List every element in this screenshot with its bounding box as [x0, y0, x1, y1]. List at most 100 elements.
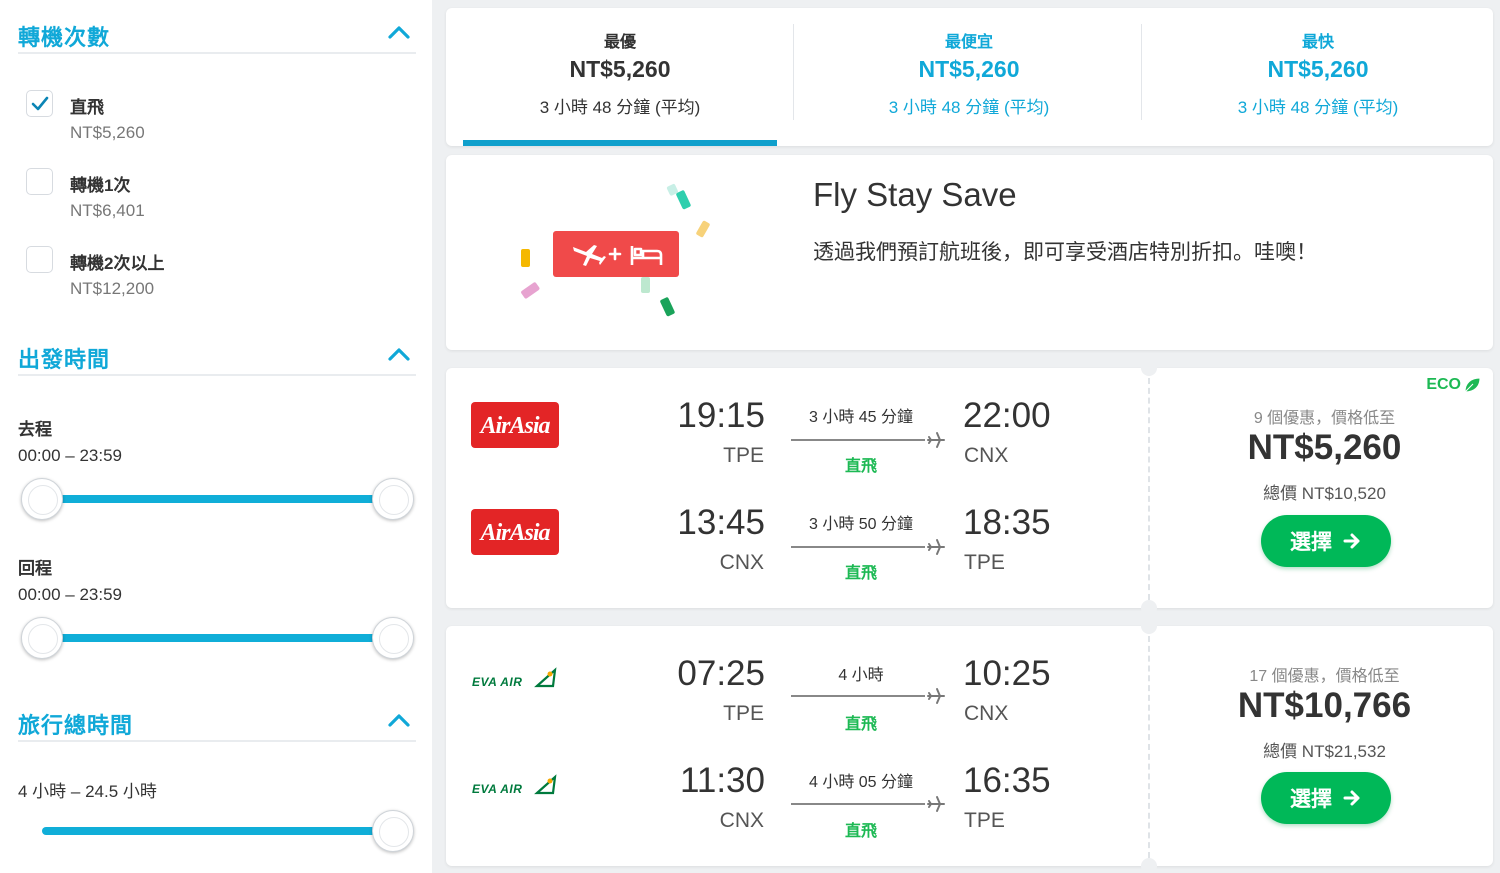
stop-option-price: NT$12,200 — [70, 279, 155, 298]
stop-option-price: NT$6,401 — [70, 201, 145, 220]
stops-filter-title: 轉機次數 — [18, 25, 111, 50]
return-time-slider-track[interactable] — [42, 634, 394, 642]
duration-slider-track[interactable] — [42, 827, 394, 835]
eva-air-logo: EVA AIR — [472, 667, 557, 689]
arrival-time: 16:35 — [963, 761, 1051, 800]
tab-price: NT$5,260 — [918, 56, 1020, 82]
airasia-logo: AirAsia — [471, 402, 559, 448]
svg-text:AirAsia: AirAsia — [478, 413, 550, 439]
tab-label: 最便宜 — [944, 34, 993, 51]
check-icon — [31, 96, 49, 111]
leg-duration: 4 小時 — [838, 667, 884, 684]
outbound-slider-max-handle[interactable] — [372, 478, 414, 520]
tab-fastest[interactable]: 最快 NT$5,260 3 小時 48 分鐘 (平均) — [1144, 8, 1492, 146]
total-price: 總價 NT$21,532 — [1263, 742, 1386, 761]
arrival-airport: TPE — [964, 551, 1005, 574]
tab-best[interactable]: 最優 NT$5,260 3 小時 48 分鐘 (平均) — [446, 8, 794, 146]
svg-text:AirAsia: AirAsia — [478, 520, 550, 546]
fly-stay-save-banner[interactable]: Fly Stay Save 透過我們預訂航班後，即可享受酒店特別折扣。哇噢！ — [446, 155, 1493, 350]
sort-tabs: 最優 NT$5,260 3 小時 48 分鐘 (平均) 最便宜 NT$5,260… — [446, 8, 1493, 146]
filter-sidebar: 轉機次數 直飛 NT$5,260 轉機1次 NT$6,401 轉機2次以上 NT… — [0, 0, 432, 873]
direct-label: 直飛 — [844, 565, 877, 582]
eco-badge: ECO — [1426, 376, 1481, 394]
tab-duration: 3 小時 48 分鐘 (平均) — [539, 98, 701, 117]
direct-checkbox[interactable] — [26, 90, 53, 117]
plane-icon — [927, 539, 945, 555]
promo-title: Fly Stay Save — [813, 176, 1017, 213]
arrival-time: 22:00 — [963, 396, 1051, 435]
tab-divider — [1141, 24, 1142, 120]
leaf-icon — [1464, 377, 1481, 393]
leg-line — [791, 546, 925, 548]
flight-result-card[interactable]: EVA AIR 07:25 TPE 4 小時 直飛 10:25 CNX EVA … — [446, 618, 1493, 873]
duration-filter-header[interactable]: 旅行總時間 — [18, 702, 416, 742]
deals-count: 17 個優惠，價格低至 — [1249, 668, 1400, 685]
tab-cheapest[interactable]: 最便宜 NT$5,260 3 小時 48 分鐘 (平均) — [795, 8, 1143, 146]
stops-filter-header[interactable]: 轉機次數 — [18, 14, 416, 54]
eco-label: ECO — [1426, 376, 1461, 393]
tab-duration: 3 小時 48 分鐘 (平均) — [1237, 98, 1399, 117]
duration-slider-max-handle[interactable] — [372, 810, 414, 852]
arrival-time: 10:25 — [963, 654, 1051, 693]
leg-line — [791, 803, 925, 805]
departure-filter-header[interactable]: 出發時間 — [18, 336, 416, 376]
flight-result-card[interactable]: AirAsia 19:15 TPE 3 小時 45 分鐘 直飛 22:00 CN… — [446, 360, 1493, 616]
stop-option-label: 轉機2次以上 — [70, 254, 165, 273]
leg-duration: 3 小時 45 分鐘 — [808, 409, 914, 426]
deals-count: 9 個優惠，價格低至 — [1253, 410, 1396, 427]
total-price: 總價 NT$10,520 — [1263, 484, 1386, 503]
outbound-slider-min-handle[interactable] — [21, 478, 63, 520]
two-plus-stops-checkbox[interactable] — [26, 246, 53, 273]
arrival-time: 18:35 — [963, 503, 1051, 542]
stop-option-two-plus[interactable]: 轉機2次以上 NT$12,200 — [26, 246, 406, 316]
tab-divider — [793, 24, 794, 120]
return-label: 回程 — [18, 559, 52, 578]
stop-option-direct[interactable]: 直飛 NT$5,260 — [26, 90, 406, 160]
return-slider-max-handle[interactable] — [372, 617, 414, 659]
direct-label: 直飛 — [844, 716, 877, 733]
chevron-up-icon[interactable] — [386, 20, 412, 46]
eva-air-logo: EVA AIR — [472, 774, 557, 796]
outbound-time-range: 00:00 – 23:59 — [18, 446, 122, 465]
departure-airport: CNX — [719, 809, 764, 832]
lowest-price: NT$10,766 — [1237, 686, 1412, 725]
stop-option-one-stop[interactable]: 轉機1次 NT$6,401 — [26, 168, 406, 238]
promo-description: 透過我們預訂航班後，即可享受酒店特別折扣。哇噢！ — [813, 241, 1317, 264]
lowest-price: NT$5,260 — [1247, 428, 1402, 467]
direct-label: 直飛 — [844, 458, 877, 475]
card-divider — [1148, 378, 1150, 600]
select-button[interactable]: 選擇 — [1261, 515, 1391, 567]
active-tab-indicator — [463, 140, 777, 146]
card-notch — [1141, 858, 1157, 873]
departure-time: 13:45 — [677, 503, 765, 542]
direct-label: 直飛 — [844, 823, 877, 840]
select-button[interactable]: 選擇 — [1261, 772, 1391, 824]
departure-time: 11:30 — [680, 761, 765, 800]
plane-icon — [927, 432, 945, 448]
duration-range: 4 小時 – 24.5 小時 — [18, 782, 157, 801]
departure-airport: TPE — [723, 702, 764, 725]
tab-price: NT$5,260 — [1267, 56, 1369, 82]
leg-line — [791, 439, 925, 441]
arrival-airport: TPE — [964, 809, 1005, 832]
card-divider — [1148, 636, 1150, 858]
departure-time: 07:25 — [677, 654, 765, 693]
arrival-airport: CNX — [964, 702, 1009, 725]
one-stop-checkbox[interactable] — [26, 168, 53, 195]
plane-bed-icon — [521, 184, 710, 317]
chevron-up-icon[interactable] — [386, 342, 412, 368]
arrow-right-icon — [1343, 533, 1360, 549]
card-notch — [1141, 618, 1157, 634]
return-slider-min-handle[interactable] — [21, 617, 63, 659]
plane-icon — [927, 688, 945, 704]
tab-price: NT$5,260 — [569, 56, 671, 82]
svg-text:EVA AIR: EVA AIR — [472, 675, 522, 689]
select-button-label: 選擇 — [1290, 788, 1332, 811]
leg-duration: 3 小時 50 分鐘 — [808, 516, 914, 533]
card-notch — [1141, 600, 1157, 616]
outbound-time-slider-track[interactable] — [42, 495, 394, 503]
plane-icon — [927, 796, 945, 812]
tab-label: 最快 — [1301, 34, 1334, 51]
chevron-up-icon[interactable] — [386, 708, 412, 734]
arrival-airport: CNX — [964, 444, 1009, 467]
